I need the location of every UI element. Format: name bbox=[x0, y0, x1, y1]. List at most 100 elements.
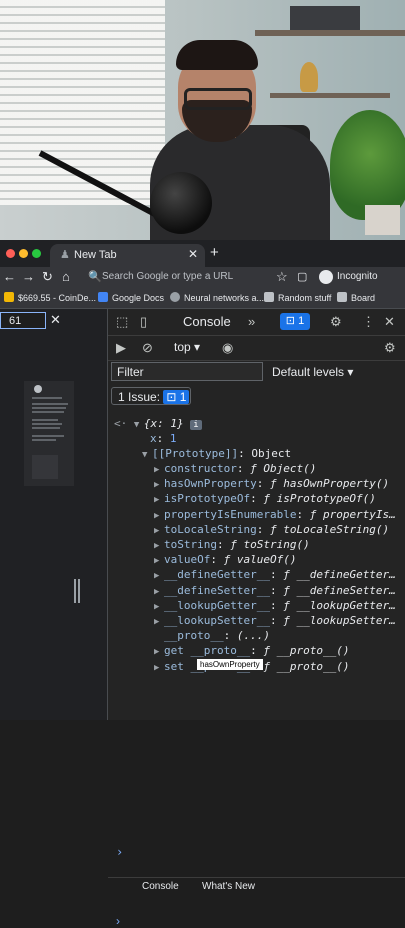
drawer-tab-console[interactable]: Console bbox=[142, 881, 179, 892]
member-value: ƒ __defineGetter… bbox=[283, 568, 396, 582]
prototype-member-row[interactable]: ▶ __defineSetter__: ƒ __defineSetter… bbox=[154, 584, 396, 597]
member-value: ƒ __lookupSetter… bbox=[283, 614, 396, 627]
reload-icon[interactable]: ↻ bbox=[42, 269, 53, 285]
bookmarks-bar: $669.55 - CoinDe... Google Docs Neural n… bbox=[0, 289, 405, 309]
forward-icon[interactable]: → bbox=[22, 269, 35, 284]
expand-triangle-icon[interactable]: ▶ bbox=[154, 556, 164, 566]
prototype-member-row[interactable]: ▶ valueOf: ƒ valueOf() bbox=[154, 553, 296, 566]
resize-handle[interactable] bbox=[74, 579, 80, 603]
issues-badge[interactable]: ⊡ 1 bbox=[280, 313, 310, 330]
prop-key: [[Prototype]] bbox=[152, 447, 239, 460]
expand-triangle-icon[interactable]: ▶ bbox=[154, 541, 164, 551]
prototype-row[interactable]: ▼ [[Prototype]]: Object bbox=[142, 447, 291, 460]
member-value: ƒ toLocaleString() bbox=[269, 522, 390, 536]
back-icon[interactable]: ← bbox=[3, 269, 16, 284]
prototype-member-row[interactable]: ▶ __lookupGetter__: ƒ __lookupGetter… bbox=[154, 599, 396, 612]
prototype-member-row[interactable]: ▶ constructor: ƒ Object() bbox=[154, 462, 316, 475]
close-window-dot[interactable] bbox=[6, 249, 15, 258]
filter-input[interactable]: Filter bbox=[111, 362, 263, 381]
zoom-window-dot[interactable] bbox=[32, 249, 41, 258]
bookmark-item[interactable]: Google Docs bbox=[98, 292, 164, 303]
object-preview: {x: 1} bbox=[143, 417, 184, 430]
member-value: ƒ isPrototypeOf() bbox=[263, 492, 376, 506]
zoom-input[interactable]: 61 bbox=[0, 312, 46, 329]
globe-icon bbox=[170, 292, 180, 302]
info-icon[interactable]: i bbox=[190, 420, 202, 430]
hover-tooltip: hasOwnProperty bbox=[197, 659, 263, 670]
prototype-member-row[interactable]: ▶ propertyIsEnumerable: ƒ propertyIs… bbox=[154, 508, 396, 521]
prototype-member-row[interactable]: ▶ isPrototypeOf: ƒ isPrototypeOf() bbox=[154, 492, 376, 505]
minimize-window-dot[interactable] bbox=[19, 249, 28, 258]
console-output: <· ▼ {x: 1} i x: 1 ▼ [[Prototype]]: Object… bbox=[108, 409, 405, 709]
tab-bar: ♟ New Tab ✕ + bbox=[0, 240, 405, 267]
issues-badge-count: 1 bbox=[298, 315, 305, 327]
drawer-divider bbox=[108, 877, 405, 878]
drawer-tab-whats-new[interactable]: What's New bbox=[202, 881, 255, 892]
console-settings-icon[interactable]: ⚙ bbox=[384, 340, 396, 356]
devtools-toolbar: ⬚ ▯ Console » ⊡ 1 ⚙ ⋮ ✕ bbox=[108, 309, 405, 336]
eye-icon[interactable]: ◉ bbox=[222, 340, 233, 356]
bookmark-item[interactable]: Random stuff bbox=[264, 292, 331, 303]
expand-triangle-icon[interactable]: ▶ bbox=[154, 663, 164, 673]
console-entry[interactable]: <· ▼ {x: 1} i bbox=[114, 417, 202, 430]
sidebar-toggle-icon[interactable]: ▶ bbox=[116, 340, 126, 356]
bookmark-star-icon[interactable]: ☆ bbox=[276, 269, 288, 285]
omnibox-input[interactable]: Search Google or type a URL bbox=[102, 271, 233, 282]
expand-triangle-icon[interactable]: ▶ bbox=[154, 511, 164, 521]
expand-triangle-icon[interactable]: ▶ bbox=[154, 617, 164, 627]
close-devtools-icon[interactable]: ✕ bbox=[384, 314, 395, 330]
expand-triangle-icon[interactable]: ▶ bbox=[154, 526, 164, 536]
home-icon[interactable]: ⌂ bbox=[62, 269, 70, 284]
expand-triangle-icon[interactable]: ▼ bbox=[142, 450, 152, 460]
inspect-element-icon[interactable]: ⬚ bbox=[116, 314, 128, 330]
more-tabs-icon[interactable]: » bbox=[248, 314, 255, 329]
prototype-member-row[interactable]: ▶ __lookupSetter__: ƒ __lookupSetter… bbox=[154, 614, 396, 627]
member-value: ƒ toString() bbox=[230, 538, 310, 551]
extensions-icon[interactable]: ▢ bbox=[297, 270, 307, 283]
expand-triangle-icon[interactable]: ▶ bbox=[154, 602, 164, 612]
context-label: top bbox=[174, 340, 191, 354]
microphone bbox=[150, 172, 212, 234]
prototype-member-row[interactable]: __proto__: (...) bbox=[154, 629, 270, 642]
device-toggle-icon[interactable]: ▯ bbox=[140, 314, 147, 330]
bookmark-item[interactable]: Neural networks a... bbox=[170, 292, 264, 303]
incognito-icon[interactable] bbox=[319, 270, 333, 284]
console-prompt[interactable]: › bbox=[116, 845, 123, 859]
expand-triangle-icon[interactable]: ▶ bbox=[154, 571, 164, 581]
buddha-statue bbox=[300, 62, 318, 92]
close-tab-icon[interactable]: ✕ bbox=[188, 247, 198, 261]
folder-icon bbox=[264, 292, 274, 302]
prototype-member-row[interactable]: ▶ hasOwnProperty: ƒ hasOwnProperty() bbox=[154, 477, 389, 490]
kebab-menu-icon[interactable]: ⋮ bbox=[362, 314, 375, 330]
bookmark-item[interactable]: $669.55 - CoinDe... bbox=[4, 292, 96, 303]
member-name: __proto__ bbox=[164, 629, 224, 643]
prototype-member-row[interactable]: ▶ toString: ƒ toString() bbox=[154, 538, 310, 551]
member-value: ƒ __lookupGetter… bbox=[283, 598, 396, 612]
tab-new-tab[interactable]: ♟ New Tab ✕ bbox=[50, 244, 205, 267]
new-tab-icon[interactable]: + bbox=[210, 244, 219, 261]
prop-x: x: 1 bbox=[150, 432, 177, 445]
tab-console[interactable]: Console bbox=[183, 314, 231, 329]
member-value: ƒ __defineSetter… bbox=[283, 583, 396, 597]
expand-triangle-icon[interactable]: ▼ bbox=[134, 420, 144, 430]
console-prompt[interactable]: › bbox=[116, 914, 120, 928]
plant bbox=[330, 110, 405, 220]
log-levels-dropdown[interactable]: Default levels ▾ bbox=[272, 365, 353, 379]
issues-button[interactable]: 1 Issue: ⊡ 1 bbox=[111, 387, 191, 405]
devtools-panel: ⬚ ▯ Console » ⊡ 1 ⚙ ⋮ ✕ ▶ ⊘ top ▾ ◉ ⚙ Fi… bbox=[107, 309, 405, 928]
context-selector[interactable]: top ▾ bbox=[174, 340, 200, 354]
bookmark-item[interactable]: Board bbox=[337, 292, 375, 303]
clear-console-icon[interactable]: ⊘ bbox=[142, 340, 153, 356]
expand-triangle-icon[interactable]: ▶ bbox=[154, 495, 164, 505]
middle-shelf bbox=[270, 93, 390, 98]
expand-triangle-icon[interactable]: ▶ bbox=[154, 465, 164, 475]
expand-triangle-icon[interactable]: ▶ bbox=[154, 587, 164, 597]
prototype-member-row[interactable]: ▶ __defineGetter__: ƒ __defineGetter… bbox=[154, 568, 396, 581]
expand-triangle-icon[interactable]: ▶ bbox=[154, 480, 164, 490]
console-toolbar: ▶ ⊘ top ▾ ◉ ⚙ bbox=[108, 336, 405, 361]
prototype-member-row[interactable]: ▶ toLocaleString: ƒ toLocaleString() bbox=[154, 523, 389, 536]
expand-triangle-icon[interactable]: ▶ bbox=[154, 647, 164, 657]
gear-icon[interactable]: ⚙ bbox=[330, 314, 342, 330]
close-zoom-icon[interactable]: ✕ bbox=[50, 312, 61, 328]
prototype-member-row[interactable]: ▶ get __proto__: ƒ __proto__() bbox=[154, 644, 349, 657]
